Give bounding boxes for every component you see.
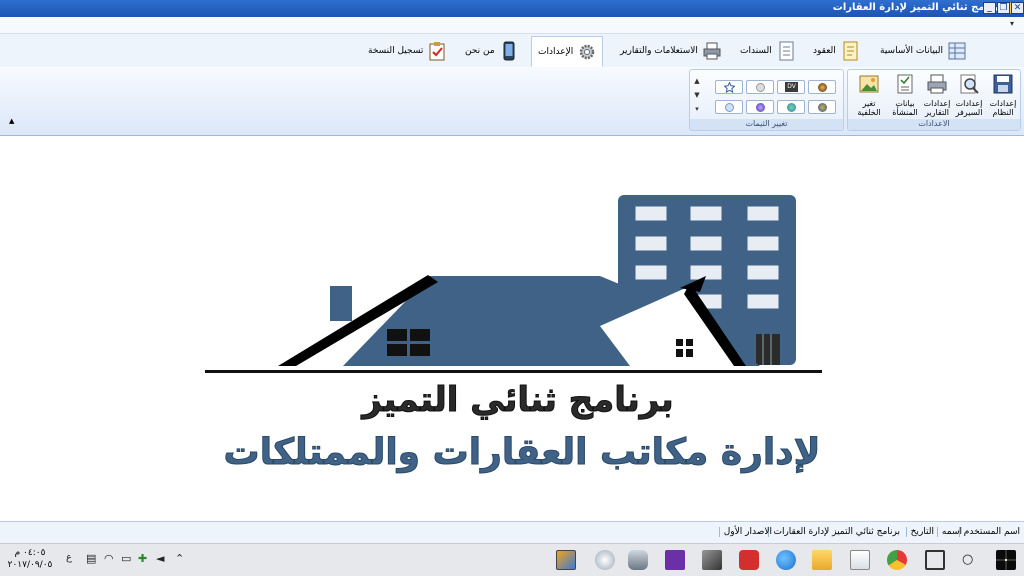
tab-basic-data[interactable]: البيانات الأساسية — [880, 36, 966, 66]
minimize-button[interactable]: _ — [983, 2, 996, 14]
company-logo: برنامج ثنائي التميز لإدارة مكاتب العقارا… — [205, 195, 822, 474]
window-title: برنامج ثنائي التميز لإدارة العقارات — [832, 2, 1002, 13]
battery-icon[interactable]: ▭ — [121, 552, 131, 565]
task-view-icon[interactable] — [925, 550, 945, 570]
program-name: برنامج ثنائي التميز لإدارة العقارات — [768, 527, 900, 537]
tab-register-copy[interactable]: تسجيل النسخة — [368, 36, 446, 66]
group-label: الاعدادات — [848, 119, 1020, 130]
running-app-icon[interactable] — [556, 550, 576, 570]
magnifier-settings-icon — [960, 74, 979, 94]
wifi-icon[interactable]: ◠ — [104, 552, 114, 565]
chrome-browser-icon[interactable] — [887, 550, 907, 570]
volume-icon[interactable]: ◄ — [156, 552, 164, 565]
tab-label: السندات — [740, 46, 772, 56]
windows-taskbar: ٠٤:٠٥ م ٢٠١٧/٠٩/٠٥ ع ▤ ◠ ▭ ✚ ◄ ⌃ ○ — [0, 543, 1024, 576]
tab-label: الاستعلامات والتقارير — [620, 46, 698, 56]
phone-icon — [503, 41, 515, 61]
theme-swatch[interactable] — [715, 100, 743, 114]
tab-label: الإعدادات — [538, 46, 574, 57]
theme-swatch[interactable]: DV — [777, 80, 805, 94]
star-icon — [724, 82, 735, 93]
paint-app-icon[interactable] — [595, 550, 615, 570]
start-button-icon[interactable] — [996, 550, 1016, 570]
theme-swatch[interactable] — [777, 100, 805, 114]
printer-icon — [703, 42, 721, 60]
theme-swatch[interactable] — [715, 80, 743, 94]
gear-icon — [579, 44, 595, 59]
ribbon-panel: إعدادات النظام إعدادات السيرفر إعدادات ا… — [0, 67, 1024, 136]
logo-subtitle: لإدارة مكاتب العقارات والممتلكات — [224, 432, 821, 473]
search-icon[interactable]: ○ — [962, 552, 973, 567]
tab-receipts[interactable]: السندات — [740, 36, 795, 66]
title-bar: برنامج ثنائي التميز لإدارة العقارات _ ❐ … — [0, 0, 1024, 17]
mail-app-icon[interactable] — [739, 550, 759, 570]
username-label: اسم المستخدم — [958, 527, 1020, 537]
input-language[interactable]: ع — [66, 552, 72, 563]
printer-icon — [927, 74, 947, 94]
system-settings-button[interactable]: إعدادات النظام — [986, 73, 1020, 117]
theme-swatch[interactable] — [808, 100, 836, 114]
server-settings-button[interactable]: إعدادات السيرفر — [952, 73, 986, 117]
dropdown-caret-icon[interactable]: ▾ — [1010, 19, 1014, 28]
ribbon-tab-row: البيانات الأساسية العقود السندات الاستعل… — [0, 34, 1024, 95]
main-workspace: برنامج ثنائي التميز لإدارة مكاتب العقارا… — [0, 136, 1024, 521]
logo-title: برنامج ثنائي التميز — [360, 380, 673, 420]
username-value: اسمه — [936, 527, 962, 537]
theme-swatch[interactable] — [808, 80, 836, 94]
security-icon[interactable]: ✚ — [138, 552, 147, 565]
tab-label: العقود — [813, 46, 836, 56]
menu-strip: ▾ — [0, 17, 1024, 34]
floppy-disk-icon — [993, 74, 1013, 94]
themes-group: DV تغيير الثيمات — [689, 69, 844, 131]
edge-browser-icon[interactable] — [776, 550, 796, 570]
table-icon — [948, 42, 966, 60]
tab-contracts[interactable]: العقود — [813, 36, 859, 66]
clipboard-check-icon — [429, 42, 445, 61]
receipt-icon — [779, 41, 794, 61]
version-label: الاصدار الأول — [718, 527, 772, 537]
document-icon — [843, 41, 858, 61]
establishment-data-button[interactable]: بيانات المنشأة — [888, 73, 922, 117]
tools-app-icon[interactable] — [702, 550, 722, 570]
theme-scroll-up-button[interactable]: ▲ — [692, 75, 702, 88]
close-button[interactable]: ✕ — [1011, 2, 1024, 14]
ribbon-collapse-icon[interactable]: ▲ — [9, 117, 14, 125]
date-label: التاريخ — [905, 527, 934, 537]
file-explorer-icon[interactable] — [812, 550, 832, 570]
status-bar: اسم المستخدم اسمه التاريخ برنامج ثنائي ا… — [0, 521, 1024, 544]
database-app-icon[interactable] — [628, 550, 648, 570]
theme-expand-button[interactable]: ▾ — [692, 103, 702, 116]
tab-label: من نحن — [465, 46, 495, 56]
building-data-icon — [897, 74, 913, 94]
store-icon[interactable] — [850, 550, 870, 570]
tab-queries-reports[interactable]: الاستعلامات والتقارير — [620, 36, 721, 66]
image-icon — [859, 75, 879, 93]
tab-about-us[interactable]: من نحن — [465, 36, 518, 66]
theme-swatch[interactable] — [746, 80, 774, 94]
group-label: تغيير الثيمات — [690, 119, 843, 130]
theme-swatch[interactable] — [746, 100, 774, 114]
notification-icon[interactable]: ▤ — [86, 552, 96, 565]
tray-expand-icon[interactable]: ⌃ — [175, 552, 184, 565]
restore-button[interactable]: ❐ — [997, 2, 1010, 14]
change-background-button[interactable]: تغير الخلفية — [852, 73, 886, 117]
tab-label: البيانات الأساسية — [880, 46, 943, 56]
theme-scroll-down-button[interactable]: ▼ — [692, 89, 702, 102]
visual-studio-icon[interactable] — [665, 550, 685, 570]
tab-label: تسجيل النسخة — [368, 46, 424, 56]
report-settings-button[interactable]: إعدادات التقارير — [920, 73, 954, 117]
tab-settings[interactable]: الإعدادات — [531, 36, 604, 67]
settings-group: إعدادات النظام إعدادات السيرفر إعدادات ا… — [847, 69, 1021, 131]
system-clock[interactable]: ٠٤:٠٥ م ٢٠١٧/٠٩/٠٥ — [4, 547, 56, 571]
